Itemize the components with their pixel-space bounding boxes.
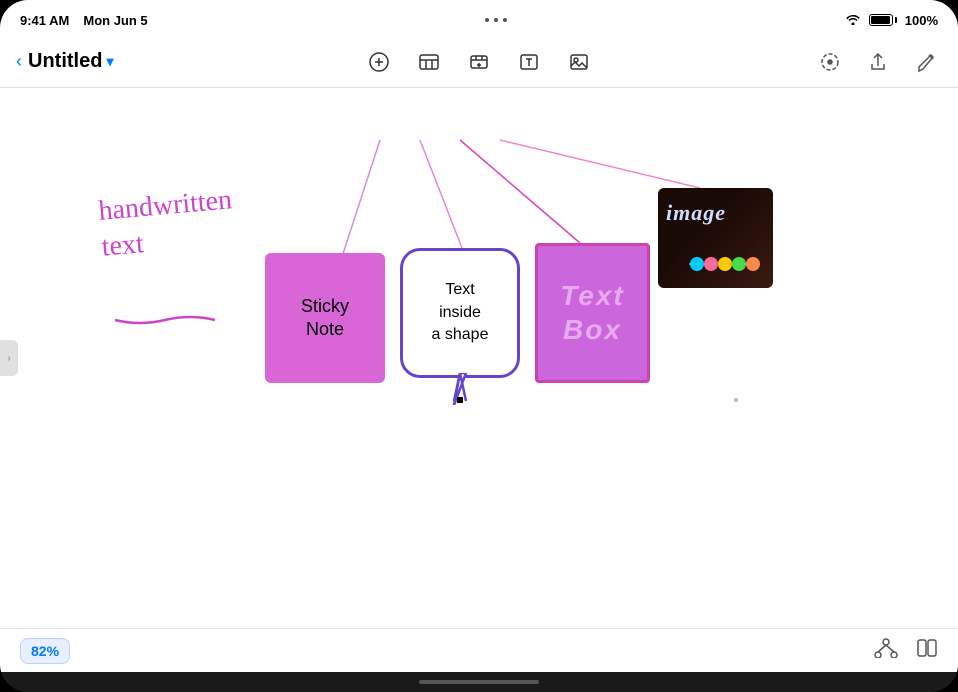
page-view-icon[interactable] <box>916 638 938 664</box>
status-left: 9:41 AM Mon Jun 5 <box>20 13 148 28</box>
table-tool-button[interactable] <box>413 46 445 78</box>
text-box-content: Text Box <box>560 279 625 346</box>
bottom-right-tools <box>874 638 938 664</box>
lasso-tool-button[interactable] <box>814 46 846 78</box>
status-dot-3 <box>503 18 507 22</box>
text-tool-button[interactable] <box>513 46 545 78</box>
beads-decoration <box>689 250 769 278</box>
date-display: Mon Jun 5 <box>83 13 147 28</box>
image-label-text: image <box>666 200 726 226</box>
home-indicator <box>0 672 958 692</box>
pen-tool-button[interactable] <box>363 46 395 78</box>
status-bar: 9:41 AM Mon Jun 5 100% <box>0 0 958 36</box>
sticky-note[interactable]: Sticky Note <box>265 253 385 383</box>
diagram-icon[interactable] <box>874 638 898 664</box>
status-right: 100% <box>845 13 938 28</box>
share-button[interactable] <box>862 46 894 78</box>
sticky-note-text: Sticky Note <box>301 295 349 342</box>
edit-button[interactable] <box>910 46 942 78</box>
bottom-bar: 82% <box>0 628 958 672</box>
image-element[interactable]: image <box>658 188 773 288</box>
image-tool-button[interactable] <box>563 46 595 78</box>
speech-bubble-shape[interactable]: Text inside a shape <box>400 248 520 378</box>
toolbar-center <box>363 46 595 78</box>
ipad-frame: 9:41 AM Mon Jun 5 100% <box>0 0 958 692</box>
canvas[interactable]: › handwritten text Sticky Note Text insi… <box>0 88 958 628</box>
battery-percent: 100% <box>905 13 938 28</box>
home-bar <box>419 680 539 684</box>
toolbar-right <box>814 46 942 78</box>
handwritten-text: handwritten text <box>97 182 237 266</box>
speech-bubble-text: Text inside a shape <box>432 279 489 346</box>
title-chevron-icon: ▾ <box>106 53 113 70</box>
handwritten-line2: text <box>100 219 236 267</box>
sidebar-handle[interactable]: › <box>0 340 18 376</box>
status-dot-2 <box>494 18 498 22</box>
back-button[interactable]: ‹ <box>16 51 22 72</box>
status-dot-1 <box>485 18 489 22</box>
insert-tool-button[interactable] <box>463 46 495 78</box>
bubble-tail-svg <box>448 373 472 405</box>
wifi-icon <box>845 13 861 28</box>
time-display: 9:41 AM <box>20 13 69 28</box>
toolbar: ‹ Untitled ▾ <box>0 36 958 88</box>
zoom-level[interactable]: 82% <box>20 638 70 664</box>
status-center <box>485 18 507 22</box>
text-box-shape[interactable]: Text Box <box>535 243 650 383</box>
handwritten-line1: handwritten <box>97 182 233 230</box>
canvas-dot <box>734 398 738 402</box>
toolbar-left: ‹ Untitled ▾ <box>16 50 113 73</box>
battery-icon <box>869 14 897 26</box>
document-title[interactable]: Untitled ▾ <box>28 50 113 73</box>
